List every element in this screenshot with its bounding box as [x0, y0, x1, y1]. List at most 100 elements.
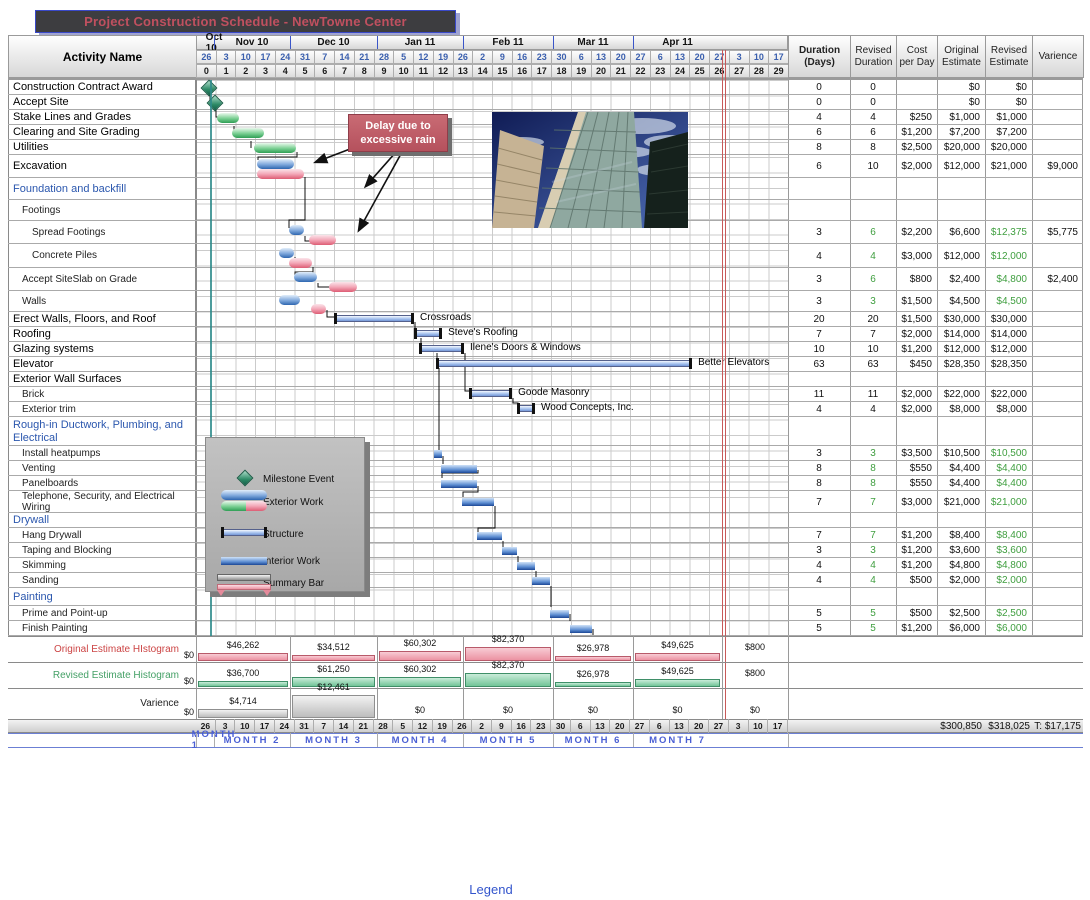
week-number-cell[interactable]: 13 [453, 64, 474, 78]
data-cell[interactable]: 5 [851, 606, 895, 621]
week-number-cell[interactable]: 20 [591, 64, 612, 78]
activity-cell[interactable]: Panelboards [9, 476, 195, 491]
activity-cell[interactable]: Install heatpumps [9, 446, 195, 461]
week-date-cell[interactable]: 5 [393, 50, 414, 64]
week-number-cell[interactable]: 29 [768, 64, 789, 78]
data-cell[interactable]: 5 [789, 621, 849, 636]
week-date-cell[interactable]: 10 [749, 50, 770, 64]
data-cell[interactable]: 5 [851, 621, 895, 636]
gantt-bar-structure[interactable] [469, 390, 512, 397]
data-cell[interactable]: $500 [897, 606, 936, 621]
gantt-bar-interior[interactable] [570, 625, 592, 633]
data-cell[interactable]: $7,200 [938, 125, 984, 140]
week-number-cell[interactable]: 15 [492, 64, 513, 78]
activity-cell[interactable]: Construction Contract Award [9, 80, 195, 95]
week-number-cell[interactable]: 7 [334, 64, 355, 78]
activity-cell[interactable]: Concrete Piles [9, 244, 195, 268]
gantt-bar-interior[interactable] [550, 610, 569, 618]
data-cell[interactable]: $8,000 [938, 402, 984, 417]
week-number-cell[interactable]: 10 [393, 64, 414, 78]
data-cell[interactable]: $0 [938, 95, 984, 110]
data-cell[interactable]: 4 [851, 402, 895, 417]
data-cell[interactable]: $28,350 [938, 357, 984, 372]
activity-cell[interactable]: Painting [9, 588, 195, 606]
data-cell[interactable]: $12,375 [986, 221, 1031, 244]
week-number-cell[interactable]: 4 [275, 64, 296, 78]
data-cell[interactable]: $0 [986, 95, 1031, 110]
data-cell[interactable]: $2,000 [897, 155, 936, 178]
week-number-cell[interactable]: 9 [374, 64, 395, 78]
data-cell[interactable]: $22,000 [938, 387, 984, 402]
week-date-cell[interactable]: 13 [670, 50, 691, 64]
data-cell[interactable]: $0 [986, 80, 1031, 95]
activity-cell[interactable]: Sanding [9, 573, 195, 588]
data-cell[interactable]: 3 [789, 221, 849, 244]
gantt-bar-original[interactable] [279, 248, 294, 258]
data-cell[interactable]: 10 [851, 155, 895, 178]
week-number-cell[interactable]: 16 [512, 64, 533, 78]
data-cell[interactable]: $2,000 [938, 573, 984, 588]
data-cell[interactable]: $4,800 [938, 558, 984, 573]
week-date-cell[interactable]: 31 [295, 50, 316, 64]
data-cell[interactable]: $21,000 [986, 491, 1031, 513]
data-cell[interactable]: 4 [851, 573, 895, 588]
data-cell[interactable]: $2,400 [938, 268, 984, 291]
data-cell[interactable]: 8 [851, 461, 895, 476]
data-cell[interactable]: $9,000 [1033, 155, 1082, 178]
activity-cell[interactable]: Taping and Blocking [9, 543, 195, 558]
data-cell[interactable]: 6 [789, 125, 849, 140]
data-cell[interactable]: 7 [789, 528, 849, 543]
week-number-cell[interactable]: 6 [314, 64, 335, 78]
week-number-cell[interactable]: 12 [433, 64, 454, 78]
data-cell[interactable]: $20,000 [938, 140, 984, 155]
data-cell[interactable]: $3,600 [938, 543, 984, 558]
data-cell[interactable]: $8,400 [938, 528, 984, 543]
activity-cell[interactable]: Excavation [9, 155, 195, 178]
data-cell[interactable]: $2,500 [897, 140, 936, 155]
data-cell[interactable]: $4,500 [986, 291, 1031, 312]
data-cell[interactable]: $550 [897, 461, 936, 476]
gantt-bar-revised[interactable] [309, 235, 336, 245]
week-number-cell[interactable]: 3 [255, 64, 276, 78]
week-date-cell[interactable]: 13 [591, 50, 612, 64]
data-cell[interactable]: $4,400 [986, 461, 1031, 476]
data-cell[interactable]: 6 [851, 221, 895, 244]
gantt-bar-interior[interactable] [502, 547, 517, 555]
data-cell[interactable]: 4 [851, 110, 895, 125]
data-cell[interactable]: 63 [789, 357, 849, 372]
activity-cell[interactable]: Footings [9, 200, 195, 221]
data-cell[interactable]: 4 [851, 558, 895, 573]
data-cell[interactable]: $1,000 [938, 110, 984, 125]
week-date-cell[interactable]: 3 [729, 50, 750, 64]
week-date-cell[interactable]: 9 [492, 50, 513, 64]
gantt-bar-structure[interactable] [414, 330, 442, 337]
data-cell[interactable]: $2,000 [897, 387, 936, 402]
gantt-bar-structure[interactable] [436, 360, 692, 367]
data-cell[interactable]: 0 [851, 95, 895, 110]
week-date-cell[interactable]: 16 [512, 50, 533, 64]
week-number-cell[interactable]: 23 [650, 64, 671, 78]
gantt-bar-original[interactable] [257, 159, 294, 169]
data-cell[interactable]: 3 [851, 291, 895, 312]
week-date-cell[interactable]: 17 [255, 50, 276, 64]
data-cell[interactable]: $1,200 [897, 528, 936, 543]
activity-cell[interactable]: Venting [9, 461, 195, 476]
data-cell[interactable]: 11 [789, 387, 849, 402]
data-cell[interactable]: $6,000 [986, 621, 1031, 636]
data-cell[interactable]: 3 [851, 543, 895, 558]
data-cell[interactable]: $2,000 [986, 573, 1031, 588]
week-date-cell[interactable]: 12 [413, 50, 434, 64]
week-date-cell[interactable]: 26 [196, 50, 217, 64]
data-cell[interactable]: $6,600 [938, 221, 984, 244]
week-date-cell[interactable]: 20 [610, 50, 631, 64]
data-cell[interactable]: 0 [851, 80, 895, 95]
data-cell[interactable]: 6 [789, 155, 849, 178]
data-cell[interactable]: $1,200 [897, 621, 936, 636]
week-number-cell[interactable]: 19 [571, 64, 592, 78]
gantt-bar-exterior[interactable] [217, 113, 239, 123]
data-cell[interactable]: 4 [789, 573, 849, 588]
activity-cell[interactable]: Skimming [9, 558, 195, 573]
gantt-bar-interior[interactable] [477, 532, 502, 540]
data-cell[interactable]: $12,000 [938, 155, 984, 178]
week-date-cell[interactable]: 20 [689, 50, 710, 64]
